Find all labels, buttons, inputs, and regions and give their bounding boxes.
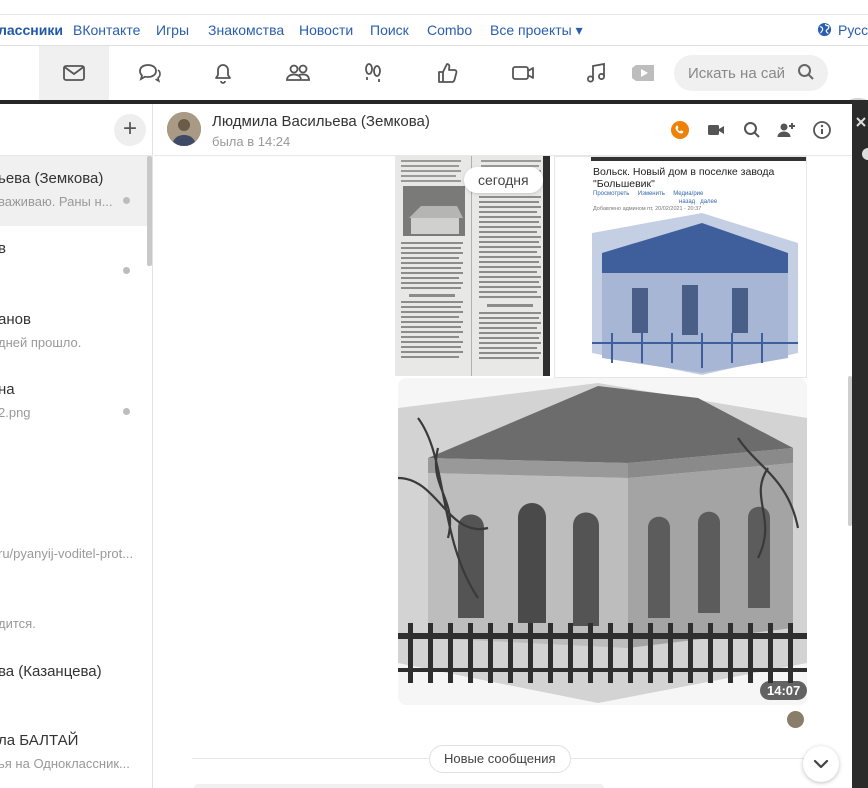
contact-photo (167, 112, 201, 146)
chat-messages[interactable]: Вольск. Новый дом в поселке завода "Боль… (154, 156, 852, 788)
contact-avatar[interactable] (167, 112, 201, 146)
scroll-down-button[interactable] (803, 746, 839, 782)
chevron-down-icon (813, 759, 829, 769)
contact-status: была в 14:24 (212, 134, 291, 149)
date-separator: сегодня (464, 167, 543, 193)
globe-icon[interactable] (817, 22, 832, 37)
nav-video[interactable] (488, 46, 558, 100)
dialog-list-header: + (0, 104, 153, 156)
dialog-item[interactable]: на 2.png (0, 367, 148, 437)
chat-scrollbar[interactable] (848, 376, 852, 526)
portal-link-games[interactable]: Игры (156, 22, 189, 38)
dialog-item[interactable]: ва (Казанцева) (0, 649, 148, 719)
building-photo-blue (592, 213, 798, 375)
close-icon[interactable] (854, 114, 868, 134)
dialog-name: ла БАЛТАЙ (0, 732, 79, 749)
dialog-item[interactable]: в (0, 226, 148, 296)
chat-header: Людмила Васильева (Земкова) была в 14:24 (154, 104, 852, 156)
overlay-right-bar (852, 100, 868, 788)
dialog-preview: ья на Одноклассник... (0, 756, 130, 771)
portal-link-search[interactable]: Поиск (370, 22, 409, 38)
dialog-list: + ьева (Земкова) важиваю. Раны н... в ан… (0, 104, 153, 788)
messenger-panel: + ьева (Земкова) важиваю. Раны н... в ан… (0, 104, 852, 788)
language-selector[interactable]: Русс (838, 22, 868, 38)
dialog-name: анов (0, 311, 31, 328)
unread-dot (123, 197, 130, 204)
website-header-strip (591, 157, 806, 161)
news-nav: назад далее (679, 199, 717, 205)
portal-link-combo[interactable]: Combo (427, 22, 472, 38)
chat-icon (139, 64, 161, 83)
video-call-icon[interactable] (706, 120, 726, 140)
building-photo[interactable] (398, 378, 807, 705)
news-title: Вольск. Новый дом в поселке завода "Боль… (593, 166, 775, 190)
news-tab-media: Медиа/рие (673, 191, 704, 197)
portal-link-vk[interactable]: ВКонтакте (73, 22, 140, 38)
nav-notifications[interactable] (188, 46, 258, 100)
like-icon (438, 63, 458, 83)
portal-bar: лассники ВКонтакте Игры Знакомства Новос… (0, 15, 868, 46)
nav-video-player[interactable] (608, 46, 678, 100)
main-toolbar: Искать на сай (0, 46, 868, 138)
video-icon (512, 66, 534, 80)
search-in-chat-icon[interactable] (742, 120, 762, 140)
nav-messages[interactable] (39, 46, 109, 100)
new-messages-label: Новые сообщения (429, 745, 571, 773)
portal-link-news[interactable]: Новости (299, 22, 353, 38)
dialog-item[interactable]: ьева (Земкова) важиваю. Раны н... (0, 156, 148, 226)
music-icon (587, 62, 605, 83)
dialog-item[interactable]: анов дней прошло. (0, 297, 148, 367)
dialog-preview: ru/pyanyij-voditel-prot... (0, 546, 134, 561)
nav-discussions[interactable] (114, 46, 184, 100)
unread-dot (123, 267, 130, 274)
news-nav-next: далее (700, 199, 718, 205)
message-input[interactable] (194, 784, 604, 788)
nav-guests[interactable] (338, 46, 408, 100)
news-meta: Добавлено админом пт, 20/02/2021 - 20:37 (593, 206, 702, 212)
new-chat-button[interactable]: + (114, 114, 146, 146)
dialog-name: на (0, 381, 15, 398)
add-participant-icon[interactable] (776, 120, 796, 140)
dialog-preview: дней прошло. (0, 335, 82, 350)
news-tab-view: Просмотреть (593, 191, 630, 197)
dialog-preview: важиваю. Раны н... (0, 194, 113, 209)
website-screenshot-image[interactable]: Вольск. Новый дом в поселке завода "Боль… (554, 156, 807, 378)
portal-link-all-projects[interactable]: Все проекты ▾ (490, 22, 583, 39)
browser-top-strip (0, 0, 868, 15)
guests-icon (365, 63, 381, 82)
expand-dot[interactable] (862, 148, 868, 160)
unread-dot (123, 408, 130, 415)
dialog-item[interactable]: ru/pyanyij-voditel-prot... (0, 508, 148, 578)
dialog-item[interactable]: ла БАЛТАЙ ья на Одноклассник... (0, 718, 148, 788)
dialog-item[interactable]: дится. (0, 578, 148, 648)
dialog-list-scrollbar[interactable] (147, 156, 152, 266)
dialog-name: ьева (Земкова) (0, 170, 104, 187)
search-icon[interactable] (797, 63, 815, 81)
video-player-icon (632, 65, 654, 81)
dialog-name: в (0, 240, 6, 257)
dialog-name: ва (Казанцева) (0, 663, 102, 680)
building-photo-art (398, 378, 807, 705)
news-tabs: Просмотреть Изменить Медиа/рие (593, 191, 703, 197)
info-icon[interactable] (812, 120, 832, 140)
nav-friends[interactable] (263, 46, 333, 100)
dialog-preview: 2.png (0, 405, 31, 420)
nav-reactions[interactable] (412, 46, 482, 100)
bell-icon (215, 64, 231, 84)
call-icon[interactable] (670, 120, 690, 140)
mail-icon (63, 65, 85, 81)
dialog-preview: дится. (0, 616, 36, 631)
portal-link-odnoklassniki[interactable]: лассники (0, 22, 63, 38)
friends-icon (286, 64, 310, 81)
news-nav-back: назад (679, 199, 696, 205)
portal-link-dating[interactable]: Знакомства (208, 22, 284, 38)
message-time: 14:07 (760, 681, 808, 700)
contact-name[interactable]: Людмила Васильева (Земкова) (212, 113, 430, 130)
news-tab-edit: Изменить (637, 191, 665, 197)
read-receipt-avatar (787, 711, 804, 728)
